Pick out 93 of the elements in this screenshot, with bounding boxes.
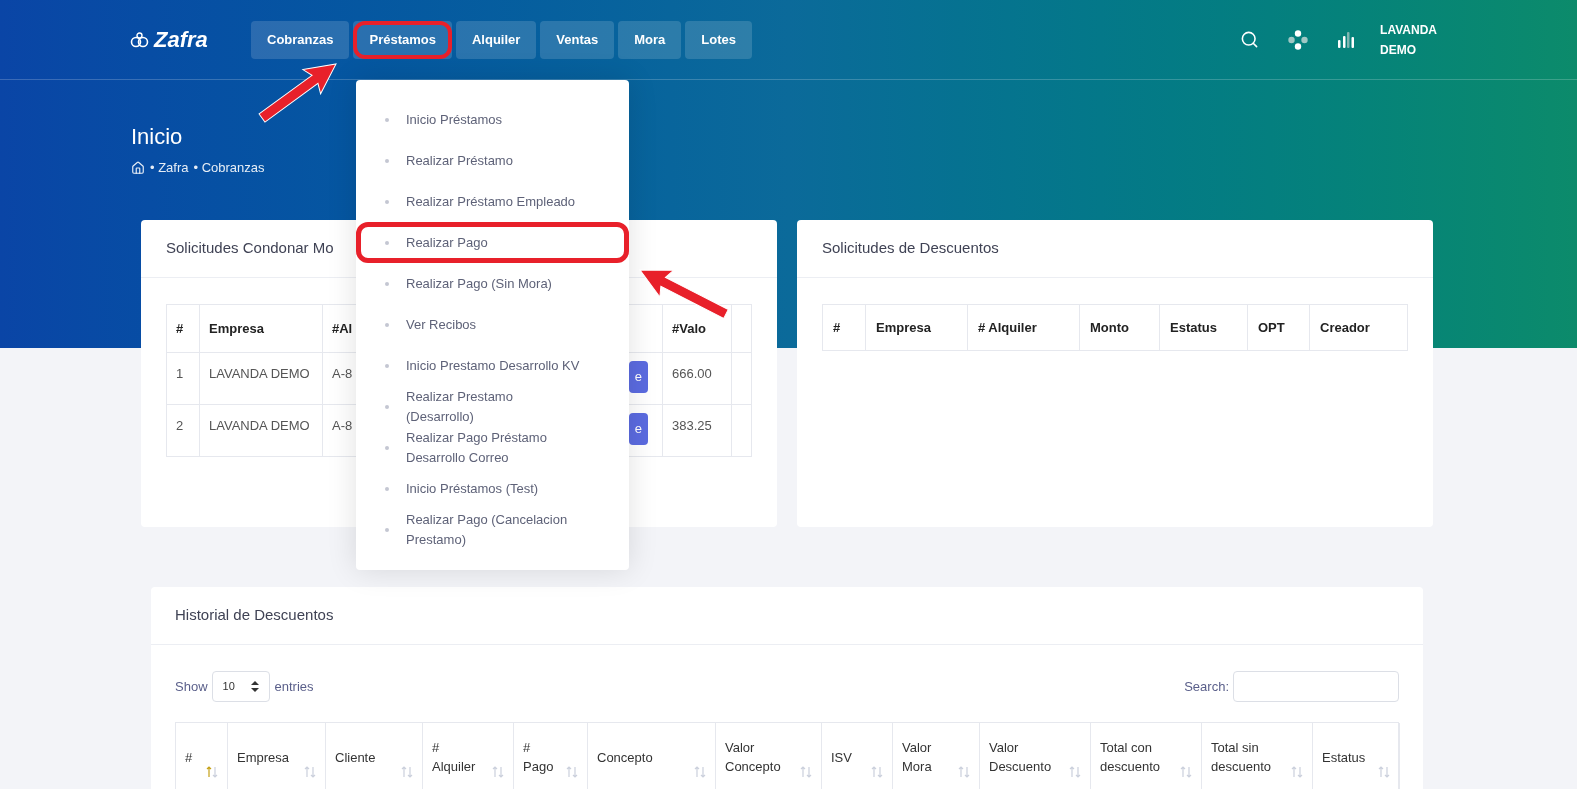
table-header: Estatus bbox=[1160, 305, 1248, 350]
card-title: Solicitudes Condonar Mo bbox=[166, 238, 334, 259]
menu-item[interactable]: Realizar Pago Préstamo Desarrollo Correo bbox=[356, 427, 629, 468]
column-label: Empresa bbox=[237, 748, 290, 767]
column-label: Valor Descuento bbox=[989, 739, 1052, 776]
menu-item[interactable]: Realizar Préstamo bbox=[356, 140, 629, 181]
sort-icon bbox=[958, 765, 970, 779]
updown-caret-icon bbox=[250, 681, 259, 692]
column-label: Total con descuento bbox=[1100, 739, 1160, 776]
user-name[interactable]: LAVANDA DEMO bbox=[1380, 19, 1437, 60]
column-header[interactable]: ISV bbox=[822, 723, 893, 789]
column-label: # Pago bbox=[523, 739, 554, 776]
search-field[interactable] bbox=[1233, 671, 1399, 702]
show-label: Show bbox=[175, 677, 208, 696]
table-cell: 2 bbox=[167, 405, 200, 456]
column-label: Estatus bbox=[1322, 748, 1366, 767]
page-title: Inicio bbox=[131, 123, 184, 151]
column-header[interactable]: # Alquiler bbox=[423, 723, 514, 789]
table-cell-text: A-8 bbox=[331, 365, 354, 383]
table-cell-text: A-8 bbox=[331, 417, 354, 435]
menu-item[interactable]: Inicio Préstamos bbox=[356, 99, 629, 140]
table-cell: 1 bbox=[167, 353, 200, 404]
nav-tab[interactable]: Cobranzas bbox=[251, 20, 350, 59]
brand-name: Zafra bbox=[154, 26, 208, 54]
logo-icon bbox=[130, 31, 150, 48]
sort-icon bbox=[206, 765, 218, 779]
column-header[interactable]: Empresa bbox=[228, 723, 326, 789]
column-label: Valor Concepto bbox=[725, 739, 781, 776]
table-header: Monto bbox=[1080, 305, 1160, 350]
column-label: ISV bbox=[831, 748, 852, 767]
menu-item[interactable]: Realizar Pago bbox=[356, 222, 629, 263]
table-header: # Alquiler bbox=[968, 305, 1080, 350]
nav-tab[interactable]: Ventas bbox=[540, 20, 615, 59]
menu-item[interactable]: Ver Recibos bbox=[356, 304, 629, 345]
sort-icon bbox=[1378, 765, 1390, 779]
sort-icon bbox=[1069, 765, 1081, 779]
table-cell: 383.25 bbox=[663, 405, 732, 456]
menu-item[interactable]: Inicio Préstamos (Test) bbox=[356, 468, 629, 509]
sort-icon bbox=[492, 765, 504, 779]
bar-chart-icon[interactable] bbox=[1337, 30, 1356, 49]
column-header[interactable]: # bbox=[176, 723, 228, 789]
column-label: Concepto bbox=[597, 748, 653, 767]
table-cell: LAVANDA DEMO bbox=[200, 353, 323, 404]
column-label: Valor Mora bbox=[902, 739, 932, 776]
sort-icon bbox=[566, 765, 578, 779]
home-icon[interactable] bbox=[131, 160, 145, 175]
action-button[interactable]: e bbox=[628, 413, 648, 445]
sort-icon bbox=[1291, 765, 1303, 779]
sort-icon bbox=[871, 765, 883, 779]
entries-label: entries bbox=[274, 677, 314, 696]
column-header[interactable]: Estatus bbox=[1313, 723, 1400, 789]
column-header[interactable]: Valor Concepto bbox=[716, 723, 822, 789]
column-header[interactable]: Valor Mora bbox=[893, 723, 980, 789]
sort-icon bbox=[304, 765, 316, 779]
menu-item[interactable]: Realizar Prestamo (Desarrollo) bbox=[356, 386, 629, 427]
sort-icon bbox=[694, 765, 706, 779]
table-header: # bbox=[167, 305, 200, 352]
menu-item[interactable]: Realizar Préstamo Empleado bbox=[356, 181, 629, 222]
column-label: # Alquiler bbox=[432, 739, 476, 776]
action-button[interactable]: e bbox=[628, 361, 648, 393]
search-icon[interactable] bbox=[1240, 30, 1260, 49]
sort-icon bbox=[800, 765, 812, 779]
nav-tab[interactable]: Alquiler bbox=[455, 20, 537, 59]
table-header: Empresa bbox=[200, 305, 323, 352]
menu-item[interactable]: Realizar Pago (Sin Mora) bbox=[356, 263, 629, 304]
sort-icon bbox=[1180, 765, 1192, 779]
breadcrumb-item[interactable]: • Cobranzas bbox=[193, 158, 265, 178]
search-label: Search: bbox=[1184, 677, 1229, 696]
table-header: # bbox=[823, 305, 866, 350]
card-title: Solicitudes de Descuentos bbox=[822, 238, 999, 259]
card-title: Historial de Descuentos bbox=[175, 605, 334, 626]
breadcrumb-item[interactable]: • Zafra bbox=[150, 158, 189, 178]
table-cell: LAVANDA DEMO bbox=[200, 405, 323, 456]
nav-tab[interactable]: Préstamos bbox=[353, 20, 452, 59]
nav-tab[interactable]: Lotes bbox=[685, 20, 752, 59]
column-label: Cliente bbox=[335, 748, 376, 767]
table-header: Creador bbox=[1319, 318, 1371, 337]
column-header[interactable]: Valor Descuento bbox=[980, 723, 1091, 789]
page-size-select[interactable]: 10 bbox=[211, 671, 270, 702]
menu-item[interactable]: Realizar Pago (Cancelacion Prestamo) bbox=[356, 509, 629, 550]
column-header[interactable]: Total sin descuento bbox=[1202, 723, 1313, 789]
column-label: # bbox=[185, 748, 193, 767]
nav-tab[interactable]: Mora bbox=[618, 20, 682, 59]
table-header: OPT bbox=[1248, 305, 1310, 350]
sort-icon bbox=[401, 765, 413, 779]
table-cell: 666.00 bbox=[663, 353, 732, 404]
column-label: Total sin descuento bbox=[1211, 739, 1271, 776]
column-header[interactable]: Cliente bbox=[326, 723, 423, 789]
column-header[interactable]: Total con descuento bbox=[1091, 723, 1202, 789]
column-header[interactable]: # Pago bbox=[514, 723, 588, 789]
table-header: Empresa bbox=[866, 305, 968, 350]
column-header[interactable]: Concepto bbox=[588, 723, 716, 789]
diamond-dots-icon[interactable] bbox=[1288, 29, 1309, 50]
